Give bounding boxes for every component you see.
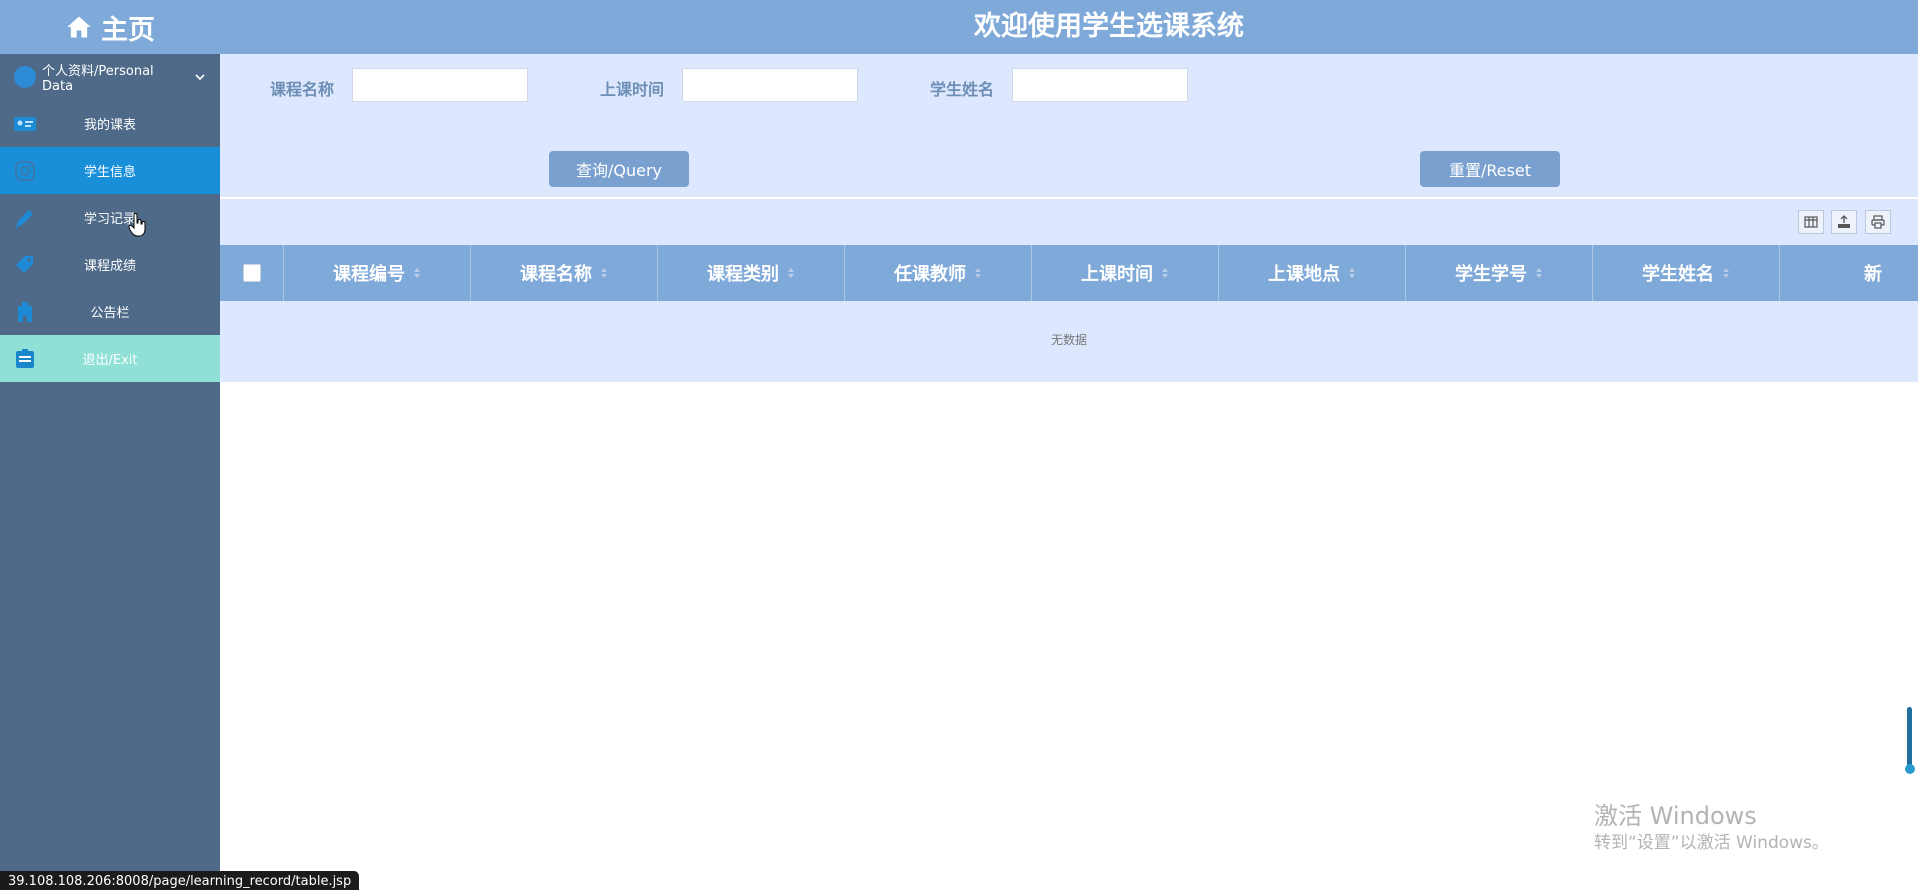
course-name-label: 课程名称 [270, 80, 335, 99]
pencil-icon [15, 210, 33, 228]
data-table: 课程编号 课程名称 课程类别 任课教师 上课时间 上课地点 学生学号 学生姓名 … [220, 199, 1918, 382]
column-header[interactable]: 新 [1780, 245, 1918, 301]
column-header-label: 任课教师 [894, 264, 966, 285]
sort-icon [1162, 268, 1168, 278]
sidebar-item-student-info[interactable]: 学生信息 [0, 147, 220, 194]
student-name-input[interactable] [1012, 68, 1188, 102]
column-header[interactable]: 任课教师 [845, 245, 1032, 301]
class-time-input[interactable] [682, 68, 858, 102]
column-header[interactable]: 课程名称 [471, 245, 658, 301]
windows-activation-watermark: 激活 Windows [1594, 802, 1757, 830]
print-button[interactable] [1865, 210, 1891, 234]
building-icon [18, 302, 32, 322]
table-header: 课程编号 课程名称 课程类别 任课教师 上课时间 上课地点 学生学号 学生姓名 … [220, 245, 1918, 301]
sidebar-item-course-grades[interactable]: 课程成绩 [0, 241, 220, 288]
id-card-icon [14, 117, 36, 131]
chevron-down-icon [195, 74, 205, 81]
hand-cursor-icon [128, 213, 146, 237]
status-url: 39.108.108.206:8008/page/learning_record… [0, 871, 360, 890]
sort-icon [1536, 268, 1542, 278]
columns-button[interactable] [1798, 210, 1824, 234]
select-all-cell [220, 245, 284, 301]
sort-icon [1723, 268, 1729, 278]
sidebar-item-learning-record[interactable]: 学习记录 [0, 194, 220, 241]
sidebar: 主页 个人资料/Personal Data 我的课表 学生信息 学习记录 课程成… [0, 0, 220, 890]
sidebar-item-exit[interactable]: 退出/Exit [0, 335, 220, 382]
column-header[interactable]: 学生学号 [1406, 245, 1593, 301]
tag-icon [16, 256, 33, 273]
column-header-label: 课程类别 [707, 264, 779, 285]
search-panel: 课程名称 上课时间 学生姓名 查询/Query 重置/Reset [220, 54, 1918, 197]
page-title: 欢迎使用学生选课系统 [974, 11, 1244, 42]
column-header[interactable]: 课程编号 [284, 245, 471, 301]
column-header-label: 新 [1864, 264, 1882, 285]
print-icon [1871, 215, 1885, 229]
sort-icon [1349, 268, 1355, 278]
column-header-label: 课程名称 [520, 264, 592, 285]
sidebar-item-bulletin[interactable]: 公告栏 [0, 288, 220, 335]
personal-data-menu[interactable]: 个人资料/Personal Data [0, 54, 220, 100]
table-toolbar [1798, 210, 1918, 234]
export-icon [1838, 215, 1850, 228]
column-header[interactable]: 课程类别 [658, 245, 845, 301]
windows-activation-hint: 转到“设置”以激活 Windows。 [1594, 833, 1829, 853]
course-name-input[interactable] [352, 68, 528, 102]
column-header-label: 学生学号 [1455, 264, 1527, 285]
column-header[interactable]: 学生姓名 [1593, 245, 1780, 301]
query-button[interactable]: 查询/Query [549, 151, 689, 187]
sort-icon [975, 268, 981, 278]
home-link[interactable]: 主页 [0, 0, 220, 54]
scrollbar-handle[interactable] [1905, 764, 1915, 774]
export-button[interactable] [1831, 210, 1857, 234]
columns-icon [1804, 216, 1818, 228]
reset-button[interactable]: 重置/Reset [1420, 151, 1560, 187]
instagram-icon [15, 161, 35, 181]
personal-data-label: 个人资料/Personal Data [42, 64, 154, 94]
column-header[interactable]: 上课时间 [1032, 245, 1219, 301]
column-header-label: 学生姓名 [1642, 264, 1714, 285]
empty-state-text: 无数据 [1050, 333, 1087, 347]
sort-icon [414, 268, 420, 278]
sort-icon [788, 268, 794, 278]
class-time-label: 上课时间 [600, 80, 665, 99]
list-icon [16, 349, 34, 368]
header-bar: 欢迎使用学生选课系统 [220, 0, 1918, 54]
column-header-label: 上课地点 [1268, 264, 1340, 285]
column-header[interactable]: 上课地点 [1219, 245, 1406, 301]
home-icon [67, 16, 91, 38]
home-label: 主页 [101, 14, 155, 46]
column-header-label: 上课时间 [1081, 264, 1153, 285]
sort-icon [601, 268, 607, 278]
sidebar-item-my-schedule[interactable]: 我的课表 [0, 100, 220, 147]
student-name-label: 学生姓名 [930, 80, 995, 99]
user-avatar-icon [14, 66, 36, 88]
column-header-label: 课程编号 [333, 264, 405, 285]
select-all-checkbox[interactable] [242, 264, 261, 282]
